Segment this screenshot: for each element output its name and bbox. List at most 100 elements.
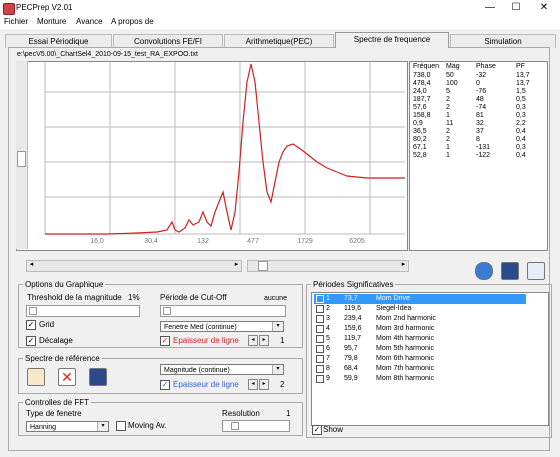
grid-checkbox[interactable]: ✓: [26, 320, 36, 330]
peaks-table-cell: 13,7: [516, 80, 530, 87]
period-row[interactable]: 8 68,4 Mom 7th harmonic: [314, 364, 526, 374]
peaks-table-cell: 0,3: [516, 112, 526, 119]
display-select[interactable]: Fenetre Med (continue) ▾: [160, 321, 284, 332]
plot-vertical-scrollbar[interactable]: [16, 61, 28, 249]
period-row-checkbox[interactable]: [316, 305, 324, 313]
line-thickness-label: Epaisseur de ligne: [173, 336, 239, 345]
show-checkbox[interactable]: ✓: [312, 425, 322, 435]
peaks-table-cell: 1,5: [516, 88, 526, 95]
period-row[interactable]: 9 59,9 Mom 8th harmonic: [314, 374, 526, 384]
file-path: e:\pecV5.00\_ChartSel4_2010-09-15_test_R…: [17, 51, 198, 58]
peaks-table-cell: 50: [446, 72, 454, 79]
line-thickness-decrease[interactable]: ◂: [248, 335, 258, 346]
tab-convolutions[interactable]: Convolutions FE/FI: [113, 34, 223, 48]
minimize-button[interactable]: —: [480, 1, 500, 15]
periods-legend: Périodes Significatives: [313, 280, 394, 289]
tab-essai-periodique[interactable]: Essai Périodique: [5, 34, 112, 48]
plot-grid: [44, 62, 405, 235]
hscroll-thumb[interactable]: [258, 261, 268, 271]
period-row[interactable]: 5 119,7 Mom 4th harmonic: [314, 334, 526, 344]
line-thickness-increase[interactable]: ▸: [259, 335, 269, 346]
period-row-checkbox[interactable]: [316, 335, 324, 343]
scroll-right-arrow[interactable]: ▸: [232, 261, 241, 269]
menu-monture[interactable]: Monture: [37, 17, 66, 26]
peaks-table: Fréquen Mag Phase PF 738,0 50 -32 13,7 478,4…: [409, 61, 548, 251]
resolution-slider[interactable]: [222, 420, 290, 432]
period-row-checkbox[interactable]: [316, 355, 324, 363]
peaks-table-cell: 100: [446, 80, 458, 87]
scroll-left-arrow[interactable]: ◂: [27, 261, 36, 269]
period-slider[interactable]: [160, 305, 286, 317]
x-tick-label: 6205: [349, 238, 365, 245]
menu-avance[interactable]: Avance: [76, 17, 103, 26]
reference-line-increase[interactable]: ▸: [259, 379, 269, 390]
smoothing-label: Décalage: [39, 336, 73, 345]
period-row[interactable]: 6 95,7 Mom 5th harmonic: [314, 344, 526, 354]
period-row-cell: Mom 6th harmonic: [376, 355, 434, 362]
peaks-table-cell: 0,4: [516, 136, 526, 143]
window-type-select[interactable]: Hanning ▾: [26, 421, 109, 432]
peaks-table-cell: -122: [476, 152, 491, 159]
vscroll-thumb[interactable]: [17, 151, 26, 167]
peaks-table-cell: 24,0: [413, 88, 427, 95]
open-folder-icon[interactable]: [27, 368, 45, 386]
tab-spectre-frequence[interactable]: Spectre de frequence: [335, 32, 449, 48]
tab-simulation[interactable]: Simulation: [450, 34, 556, 48]
periods-list[interactable]: 1 73,7 Mom Drive 2 119,6 Siegel-Idea 3 239,4 Mom…: [311, 292, 549, 426]
spectrum-plot[interactable]: 16,0 30,4 132 477 1729 6205: [16, 61, 408, 251]
period-row-checkbox[interactable]: [316, 365, 324, 373]
x-tick-label: 30,4: [144, 238, 158, 245]
menu-about[interactable]: A propos de: [111, 17, 154, 26]
period-row-cell: 159,6: [344, 325, 362, 332]
grid-label: Grid: [39, 320, 55, 329]
smoothing-checkbox[interactable]: ✓: [26, 336, 36, 346]
peaks-table-cell: 0,3: [516, 104, 526, 111]
period-row-checkbox[interactable]: [316, 295, 324, 303]
period-row[interactable]: 4 159,6 Mom 3rd harmonic: [314, 324, 526, 334]
reference-line-decrease[interactable]: ◂: [248, 379, 258, 390]
period-row-cell: 7: [326, 355, 330, 362]
period-row[interactable]: 2 119,6 Siegel-Idea: [314, 304, 526, 314]
line-thickness-checkbox[interactable]: ✓: [160, 336, 170, 346]
plot-hscroll-left[interactable]: ◂ ▸: [26, 260, 242, 272]
threshold-slider-thumb[interactable]: [29, 307, 37, 315]
threshold-label: Threshold de la magnitude: [27, 293, 122, 302]
reference-line-checkbox[interactable]: ✓: [160, 380, 170, 390]
delete-icon[interactable]: ✕: [58, 368, 76, 386]
resolution-slider-thumb[interactable]: [231, 422, 239, 430]
threshold-slider[interactable]: [26, 305, 140, 317]
period-row[interactable]: 7 79,8 Mom 6th harmonic: [314, 354, 526, 364]
menu-file[interactable]: Fichier: [4, 17, 28, 26]
period-row-checkbox[interactable]: [316, 375, 324, 383]
save-reference-icon[interactable]: [89, 368, 107, 386]
peaks-table-cell: 478,4: [413, 80, 431, 87]
save-icon[interactable]: [501, 262, 519, 280]
peaks-table-cell: 81: [476, 112, 484, 119]
tab-arithmetique[interactable]: Arithmetique(PEC): [224, 34, 334, 48]
refresh-icon[interactable]: [475, 262, 493, 280]
period-row[interactable]: 1 73,7 Mom Drive: [314, 294, 526, 304]
period-row-checkbox[interactable]: [316, 345, 324, 353]
period-row[interactable]: 3 239,4 Mom 2nd harmonic: [314, 314, 526, 324]
period-row-cell: Mom 8th harmonic: [376, 375, 434, 382]
period-row-cell: 4: [326, 325, 330, 332]
reference-mode-select[interactable]: Magnitude (continue) ▾: [160, 364, 284, 375]
peaks-table-cell: 0: [476, 80, 480, 87]
period-row-cell: 119,6: [344, 305, 361, 312]
plot-hscroll-right[interactable]: ▸: [247, 260, 409, 272]
period-row-checkbox[interactable]: [316, 315, 324, 323]
period-slider-thumb[interactable]: [163, 307, 171, 315]
title-bar: PECPrep V2.01 — ☐ ✕: [0, 0, 560, 16]
close-button[interactable]: ✕: [534, 1, 554, 15]
x-tick-label: 16,0: [90, 238, 104, 245]
period-row-cell: 6: [326, 345, 330, 352]
moving-avg-checkbox[interactable]: [116, 421, 126, 431]
maximize-button[interactable]: ☐: [506, 1, 526, 15]
scroll-right-arrow[interactable]: ▸: [399, 261, 408, 269]
period-row-cell: 8: [326, 365, 330, 372]
period-row-cell: 79,8: [344, 355, 358, 362]
period-row-checkbox[interactable]: [316, 325, 324, 333]
period-row-cell: 9: [326, 375, 330, 382]
peaks-table-cell: -74: [476, 104, 487, 111]
export-icon[interactable]: [527, 262, 545, 280]
